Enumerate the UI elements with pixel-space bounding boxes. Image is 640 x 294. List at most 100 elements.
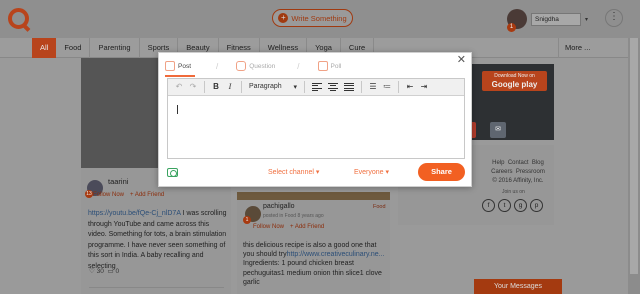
bold-icon[interactable]: B	[209, 80, 223, 94]
footer-link-careers[interactable]: Careers	[491, 169, 512, 175]
post-author[interactable]: taarini	[108, 177, 128, 186]
audience-select[interactable]: Everyone ▾	[354, 168, 389, 176]
chevron-down-icon[interactable]: ▾	[585, 16, 588, 23]
tab-poll-label: Poll	[330, 62, 342, 70]
undo-icon[interactable]: ↶	[172, 80, 186, 94]
user-menu[interactable]: 1 Snigdha ▾	[507, 9, 588, 32]
follow-row: Follow Now + Add Friend	[253, 224, 324, 230]
active-tab-indicator	[165, 75, 195, 77]
rich-text-editor[interactable]: ↶ ↷ B I Paragraph ▾ ☰ ≔ ⇤ ⇥	[167, 78, 465, 159]
tab-post[interactable]: Post	[165, 61, 194, 71]
chevron-down-icon: ▾	[385, 169, 390, 176]
tab-separator: /	[216, 61, 219, 71]
facebook-icon[interactable]: f	[482, 199, 495, 212]
toolbar-divider	[204, 81, 205, 93]
chevron-down-icon: ▾	[293, 84, 297, 91]
post-author[interactable]: pachigallo	[263, 203, 295, 210]
twitter-icon[interactable]: t	[498, 199, 511, 212]
post-text: I was scrolling through YouTube and came…	[88, 210, 227, 270]
follow-link[interactable]: Follow Now	[253, 224, 284, 230]
avatar[interactable]: 1	[507, 9, 527, 32]
feed-card-middle: 1 pachigallo posted in Food 8 years ago …	[237, 192, 390, 294]
footer-link-help[interactable]: Help	[492, 160, 504, 166]
close-icon[interactable]: ✕	[457, 55, 466, 66]
post-link[interactable]: http://www.creativeculinary.ne...	[287, 251, 385, 258]
heart-icon[interactable]: ♡	[89, 268, 95, 275]
text-cursor	[177, 105, 178, 114]
mail-icon[interactable]: ✉	[490, 122, 506, 138]
avatar[interactable]: 1	[243, 206, 261, 224]
post-body: https://youtu.be/fQe-Cj_nlD7A I was scro…	[88, 209, 228, 272]
write-something-button[interactable]: + Write Something	[272, 9, 353, 27]
tab-poll[interactable]: Poll	[317, 61, 342, 71]
post-subtitle: posted in Food 8 years ago	[263, 213, 324, 219]
google-play-label: Google play	[491, 80, 538, 89]
post-category[interactable]: Food	[373, 204, 386, 210]
google-play-button[interactable]: Download Now on Google play	[482, 71, 547, 91]
logo-icon[interactable]	[8, 8, 29, 29]
speech-bubble-icon	[236, 61, 247, 71]
more-options-icon[interactable]: ⋮	[605, 9, 623, 27]
paragraph-format-select[interactable]: Paragraph ▾	[246, 83, 300, 91]
footer-link-pressroom[interactable]: Pressroom	[516, 169, 545, 175]
messages-bar[interactable]: Your Messages	[474, 279, 562, 294]
level-badge: 13	[85, 190, 93, 198]
category-food[interactable]: Food	[56, 38, 91, 58]
tab-question[interactable]: Question	[236, 61, 275, 71]
align-center-icon[interactable]	[328, 82, 338, 92]
bullet-list-icon[interactable]: ☰	[366, 80, 380, 94]
camera-icon[interactable]	[167, 168, 178, 177]
chevron-down-icon: ▾	[315, 169, 320, 176]
align-left-icon[interactable]	[312, 82, 322, 92]
share-button[interactable]: Share	[418, 163, 465, 181]
toolbar-divider	[398, 81, 399, 93]
notification-badge: 1	[507, 23, 516, 32]
social-links: f t g p	[482, 199, 543, 212]
footer-link-blog[interactable]: Blog	[532, 160, 544, 166]
italic-icon[interactable]: I	[223, 80, 237, 94]
poll-icon	[317, 61, 328, 71]
pinterest-icon[interactable]: p	[530, 199, 543, 212]
follow-link[interactable]: Follow Now	[93, 192, 124, 198]
editor-toolbar: ↶ ↷ B I Paragraph ▾ ☰ ≔ ⇤ ⇥	[168, 79, 464, 96]
tab-post-label: Post	[178, 62, 192, 70]
plus-icon: +	[278, 13, 289, 23]
outdent-icon[interactable]: ⇤	[403, 80, 417, 94]
post-stats: ♡ 30 ▭ 0	[89, 267, 119, 275]
redo-icon[interactable]: ↷	[186, 80, 200, 94]
top-bar: + Write Something 1 Snigdha ▾ ⋮	[0, 0, 640, 38]
comment-icon[interactable]: ▭	[108, 268, 114, 275]
google-play-top-label: Download Now on	[494, 73, 535, 79]
google-icon[interactable]: g	[514, 199, 527, 212]
paragraph-format-label: Paragraph	[249, 83, 282, 90]
page-scrollbar[interactable]	[628, 38, 640, 294]
footer-links: Help Contact Blog Careers Pressroom © 20…	[486, 159, 550, 186]
align-justify-icon[interactable]	[344, 82, 354, 92]
post-body: this delicious recipe is also a good one…	[243, 241, 388, 287]
post-type-tabs: Post / Question / Poll	[165, 59, 341, 73]
post-image[interactable]	[237, 192, 390, 200]
channel-select[interactable]: Select channel ▾	[268, 168, 319, 176]
channel-select-label: Select channel	[268, 169, 314, 176]
level-badge: 1	[243, 216, 251, 224]
category-more[interactable]: More ...	[558, 38, 604, 58]
indent-icon[interactable]: ⇥	[417, 80, 431, 94]
tab-separator: /	[297, 61, 300, 71]
post-link[interactable]: https://youtu.be/fQe-Cj_nlD7A	[88, 210, 181, 217]
join-us-label: Join us on	[502, 189, 525, 195]
follow-row: Follow Now + Add Friend	[93, 192, 164, 198]
scrollbar-thumb[interactable]	[630, 38, 638, 274]
category-all[interactable]: All	[32, 38, 57, 58]
toolbar-divider	[361, 81, 362, 93]
user-name[interactable]: Snigdha	[531, 12, 581, 26]
modal-footer: Select channel ▾ Everyone ▾ Share	[159, 161, 471, 187]
copyright: © 2016 Affinity, Inc.	[492, 178, 544, 184]
category-parenting[interactable]: Parenting	[90, 38, 140, 58]
write-something-label: Write Something	[291, 13, 347, 23]
add-friend-link[interactable]: + Add Friend	[290, 224, 324, 230]
tab-question-label: Question	[249, 62, 276, 70]
numbered-list-icon[interactable]: ≔	[380, 80, 394, 94]
divider	[89, 287, 224, 294]
add-friend-link[interactable]: + Add Friend	[130, 192, 164, 198]
footer-link-contact[interactable]: Contact	[508, 160, 529, 166]
